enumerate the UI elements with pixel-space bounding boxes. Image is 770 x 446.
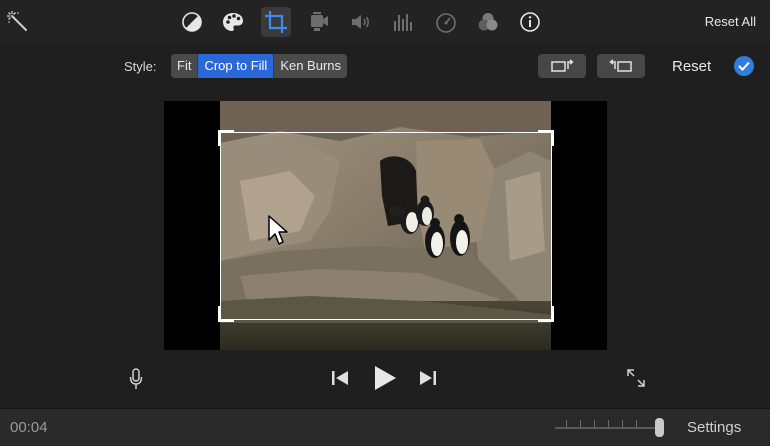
zoom-tick — [580, 420, 581, 428]
voiceover-microphone-button[interactable] — [125, 366, 147, 392]
adjustments-toolbar: Reset All — [0, 0, 770, 44]
settings-button[interactable]: Settings — [687, 419, 741, 436]
zoom-tick — [636, 420, 637, 428]
crop-handle-bottom-right[interactable] — [538, 306, 554, 322]
color-palette-icon[interactable] — [218, 7, 248, 37]
volume-icon[interactable] — [346, 7, 376, 37]
style-crop-to-fill-button[interactable]: Crop to Fill — [198, 54, 275, 78]
equalizer-icon[interactable] — [388, 7, 418, 37]
skip-forward-icon — [420, 371, 436, 385]
timecode: 00:04 — [10, 419, 48, 436]
rotate-clockwise-button[interactable] — [597, 54, 645, 78]
skip-forward-button[interactable] — [418, 368, 438, 388]
stabilization-camera-icon[interactable] — [304, 7, 334, 37]
rotate-right-icon — [609, 59, 632, 72]
color-balance-icon[interactable] — [177, 7, 207, 37]
checkmark-icon — [738, 61, 750, 71]
timeline-status-bar: 00:04 Settings — [0, 408, 770, 446]
timeline-zoom-knob[interactable] — [655, 418, 664, 437]
reset-all-button[interactable]: Reset All — [705, 14, 756, 29]
play-button[interactable] — [371, 364, 399, 392]
crop-style-segmented-control: Fit Crop to Fill Ken Burns — [171, 54, 348, 78]
zoom-tick — [608, 420, 609, 428]
style-ken-burns-button[interactable]: Ken Burns — [274, 54, 347, 78]
skip-back-icon — [332, 371, 348, 385]
style-label: Style: — [124, 59, 157, 74]
timeline-zoom-slider[interactable] — [555, 427, 659, 429]
rotate-left-icon — [551, 59, 574, 72]
play-icon — [375, 366, 396, 390]
crop-handle-bottom-left[interactable] — [218, 306, 234, 322]
zoom-tick — [594, 420, 595, 428]
mouse-pointer-icon — [267, 214, 289, 251]
video-overlay-icon[interactable] — [473, 7, 503, 37]
magic-wand-icon[interactable] — [3, 7, 33, 37]
crop-style-row: Style: Fit Crop to Fill Ken Burns Reset — [0, 50, 770, 84]
style-fit-button[interactable]: Fit — [171, 54, 199, 78]
expand-arrows-icon — [627, 369, 645, 387]
speed-gauge-icon[interactable] — [431, 7, 461, 37]
fullscreen-button[interactable] — [624, 366, 648, 390]
skip-back-button[interactable] — [330, 368, 350, 388]
reset-button[interactable]: Reset — [672, 58, 711, 75]
zoom-tick — [566, 420, 567, 428]
info-icon[interactable] — [515, 7, 545, 37]
microphone-icon — [129, 368, 143, 389]
crop-icon[interactable] — [261, 7, 291, 37]
zoom-tick — [622, 420, 623, 428]
rotate-counterclockwise-button[interactable] — [538, 54, 586, 78]
crop-handle-top-right[interactable] — [538, 130, 554, 146]
apply-checkmark-button[interactable] — [734, 56, 754, 76]
crop-handle-top-left[interactable] — [218, 130, 234, 146]
